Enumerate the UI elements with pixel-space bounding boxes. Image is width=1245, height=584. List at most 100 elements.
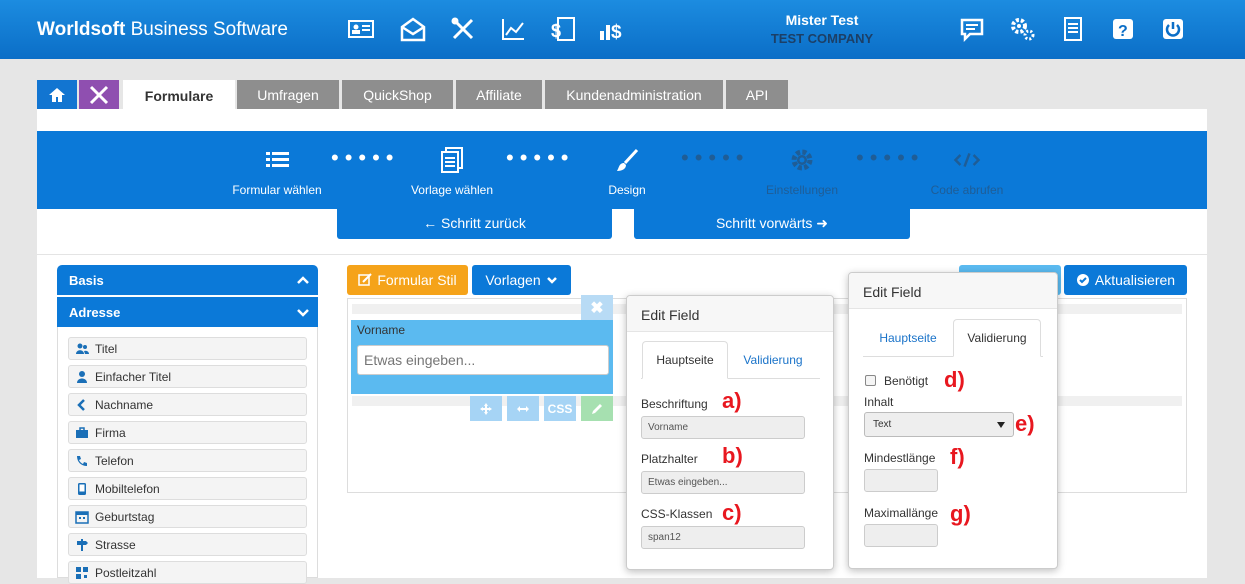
accordion-adresse[interactable]: Adresse bbox=[57, 297, 318, 327]
svg-text:$: $ bbox=[551, 21, 561, 41]
field-item-nachname[interactable]: Nachname bbox=[68, 393, 307, 416]
mindestlaenge-field[interactable] bbox=[864, 469, 938, 492]
resize-button[interactable] bbox=[507, 396, 539, 421]
field-item-telefon[interactable]: Telefon bbox=[68, 449, 307, 472]
forward-button[interactable]: Schritt vorwärts ➜ bbox=[634, 207, 910, 239]
chat-icon[interactable] bbox=[956, 14, 988, 44]
user-name: Mister Test bbox=[785, 12, 859, 28]
back-button[interactable]: ← Schritt zurück bbox=[337, 207, 612, 239]
step-vorlage-waehlen[interactable]: Vorlage wählen bbox=[382, 145, 522, 197]
field-item-firma[interactable]: Firma bbox=[68, 421, 307, 444]
popover-title: Edit Field bbox=[627, 296, 833, 332]
field-item-label: Strasse bbox=[95, 537, 136, 552]
benoetigt-label: Benötigt bbox=[884, 374, 929, 388]
tools-icon[interactable] bbox=[447, 14, 479, 44]
tab-formulare[interactable]: Formulare bbox=[123, 80, 235, 111]
calendar-icon bbox=[75, 510, 89, 524]
field-item-mobiltelefon[interactable]: Mobiltelefon bbox=[68, 477, 307, 500]
inhalt-select[interactable]: Text bbox=[864, 412, 1014, 437]
css-button[interactable]: CSS bbox=[544, 396, 576, 421]
chart-icon[interactable] bbox=[497, 14, 529, 44]
field-item-label: Geburtstag bbox=[95, 509, 155, 524]
user-info: Mister Test TEST COMPANY bbox=[740, 12, 904, 46]
tab-umfragen[interactable]: Umfragen bbox=[237, 80, 339, 110]
sales-dollar-icon[interactable]: $ bbox=[597, 14, 629, 44]
power-icon[interactable] bbox=[1157, 14, 1189, 44]
beschriftung-field[interactable]: Vorname bbox=[641, 416, 805, 439]
button-label: Aktualisieren bbox=[1094, 272, 1176, 288]
settings-gears-icon[interactable] bbox=[1007, 14, 1039, 44]
tab-hauptseite[interactable]: Hauptseite bbox=[642, 341, 728, 379]
tab-hauptseite[interactable]: Hauptseite bbox=[864, 319, 952, 357]
step-code-abrufen[interactable]: Code abrufen bbox=[897, 145, 1037, 197]
field-item-label: Titel bbox=[95, 341, 118, 356]
users-icon bbox=[75, 342, 89, 356]
vorlagen-dropdown[interactable]: Vorlagen bbox=[472, 265, 571, 295]
benoetigt-checkbox[interactable] bbox=[865, 375, 876, 386]
platzhalter-field[interactable]: Etwas eingeben... bbox=[641, 471, 805, 494]
invoice-dollar-icon[interactable]: $ bbox=[547, 14, 579, 44]
css-klassen-label: CSS-Klassen bbox=[641, 507, 713, 521]
field-item-label: Firma bbox=[95, 425, 126, 440]
field-item-geburtstag[interactable]: Geburtstag bbox=[68, 505, 307, 528]
field-item-label: Einfacher Titel bbox=[95, 369, 172, 384]
help-icon[interactable]: ? bbox=[1107, 14, 1139, 44]
code-icon bbox=[953, 152, 981, 168]
mindestlaenge-label: Mindestlänge bbox=[864, 451, 936, 465]
edit-field-button[interactable] bbox=[581, 396, 613, 421]
document-icon[interactable] bbox=[1057, 14, 1089, 44]
select-value: Text bbox=[873, 419, 892, 430]
signpost-icon bbox=[75, 538, 89, 552]
tab-tools[interactable] bbox=[79, 80, 119, 110]
contact-card-icon[interactable] bbox=[345, 14, 377, 44]
mail-icon[interactable] bbox=[397, 14, 429, 44]
beschriftung-label: Beschriftung bbox=[641, 397, 708, 411]
svg-text:$: $ bbox=[611, 22, 622, 43]
step-einstellungen[interactable]: Einstellungen bbox=[732, 145, 872, 197]
tab-affiliate[interactable]: Affiliate bbox=[456, 80, 542, 110]
phone-icon bbox=[75, 454, 89, 468]
tab-validierung[interactable]: Validierung bbox=[953, 319, 1041, 357]
field-item-postleitzahl[interactable]: Postleitzahl bbox=[68, 561, 307, 584]
maximallaenge-field[interactable] bbox=[864, 524, 938, 547]
step-label: Code abrufen bbox=[930, 183, 1004, 197]
check-circle-icon bbox=[1076, 274, 1089, 286]
brush-icon bbox=[617, 148, 639, 171]
field-item-titel[interactable]: Titel bbox=[68, 337, 307, 360]
tab-home[interactable] bbox=[37, 80, 77, 110]
button-label: Vorlagen bbox=[485, 272, 541, 288]
annotation-d: d) bbox=[944, 367, 965, 392]
list-icon bbox=[266, 152, 289, 167]
field-item-label: Telefon bbox=[95, 453, 134, 468]
css-klassen-field[interactable]: span12 bbox=[641, 526, 805, 549]
step-label: Design bbox=[608, 183, 646, 197]
field-item-label: Mobiltelefon bbox=[95, 481, 160, 496]
company-name: TEST COMPANY bbox=[770, 31, 874, 46]
tab-kundenadministration[interactable]: Kundenadministration bbox=[545, 80, 723, 110]
aktualisieren-button[interactable]: Aktualisieren bbox=[1064, 265, 1187, 295]
field-item-einfacher-titel[interactable]: Einfacher Titel bbox=[68, 365, 307, 388]
vorname-input[interactable] bbox=[357, 345, 609, 375]
annotation-c: c) bbox=[722, 500, 742, 525]
chevron-up-icon bbox=[297, 276, 309, 284]
step-design[interactable]: Design bbox=[557, 145, 697, 197]
platzhalter-label: Platzhalter bbox=[641, 452, 698, 466]
formular-stil-button[interactable]: Formular Stil bbox=[347, 265, 468, 295]
dropdown-arrow-icon bbox=[997, 421, 1005, 428]
chevron-down-icon bbox=[546, 277, 557, 284]
resize-horizontal-icon bbox=[517, 405, 529, 412]
popover-title: Edit Field bbox=[849, 273, 1057, 309]
move-icon bbox=[480, 402, 492, 415]
tab-api[interactable]: API bbox=[726, 80, 788, 110]
step-label: Vorlage wählen bbox=[410, 183, 494, 197]
chevron-left-icon bbox=[75, 398, 89, 412]
tab-quickshop[interactable]: QuickShop bbox=[342, 80, 453, 110]
move-button[interactable] bbox=[470, 396, 502, 421]
remove-field-button[interactable]: ✖ bbox=[581, 295, 613, 320]
accordion-basis[interactable]: Basis bbox=[57, 265, 318, 295]
tab-validierung[interactable]: Validierung bbox=[730, 341, 816, 379]
step-formular-waehlen[interactable]: Formular wählen bbox=[207, 145, 347, 197]
step-label: Formular wählen bbox=[232, 183, 322, 197]
field-item-strasse[interactable]: Strasse bbox=[68, 533, 307, 556]
accordion-title: Adresse bbox=[69, 304, 121, 320]
